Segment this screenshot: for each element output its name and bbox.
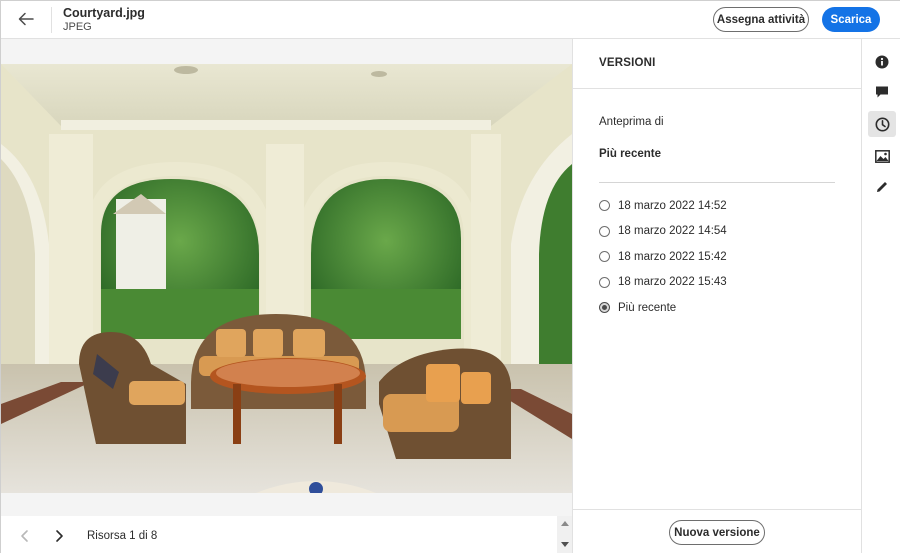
version-label: 18 marzo 2022 15:43: [618, 276, 727, 289]
section-divider: [599, 182, 835, 183]
annotate-button[interactable]: [868, 174, 896, 200]
file-name: Courtyard.jpg: [63, 6, 145, 20]
side-rail: [861, 39, 900, 553]
asset-preview-image: [1, 64, 572, 493]
arrow-left-icon: [18, 12, 34, 26]
pencil-icon: [877, 182, 887, 192]
radio-button-selected[interactable]: [599, 302, 610, 314]
versions-button[interactable]: [868, 111, 896, 137]
version-option[interactable]: 18 marzo 2022 15:43: [599, 270, 839, 296]
panel-footer-divider: [573, 509, 861, 510]
version-label: 18 marzo 2022 14:52: [618, 199, 727, 212]
image-viewer: [1, 39, 572, 516]
preview-value: Più recente: [599, 148, 661, 160]
radio-button[interactable]: [599, 200, 610, 212]
asset-counter: Risorsa 1 di 8: [87, 530, 158, 542]
header-bar: Courtyard.jpg JPEG Assegna attività Scar…: [1, 1, 900, 39]
version-option-latest[interactable]: Più recente: [599, 295, 839, 321]
radio-button[interactable]: [599, 276, 610, 288]
file-type: JPEG: [63, 21, 92, 33]
version-label: 18 marzo 2022 15:42: [618, 250, 727, 263]
version-label: 18 marzo 2022 14:54: [618, 225, 727, 238]
version-option[interactable]: 18 marzo 2022 15:42: [599, 244, 839, 270]
header-divider: [51, 7, 52, 33]
download-button[interactable]: Scarica: [822, 7, 880, 32]
chevron-right-icon: [56, 530, 63, 542]
new-version-button[interactable]: Nuova versione: [669, 520, 765, 545]
scroll-down-arrow-icon[interactable]: [561, 542, 569, 547]
next-asset-button[interactable]: [51, 528, 67, 544]
version-label: Più recente: [618, 301, 677, 314]
viewer-footer: Risorsa 1 di 8: [1, 516, 557, 553]
version-option[interactable]: 18 marzo 2022 14:54: [599, 219, 839, 245]
info-icon: [875, 55, 889, 69]
info-button[interactable]: [868, 49, 896, 75]
preview-label: Anteprima di: [599, 116, 664, 128]
app-window: Courtyard.jpg JPEG Assegna attività Scar…: [0, 0, 900, 553]
panel-divider: [573, 88, 861, 89]
radio-button[interactable]: [599, 251, 610, 263]
image-icon: [874, 149, 890, 163]
chevron-left-icon: [21, 530, 28, 542]
previous-asset-button[interactable]: [17, 528, 33, 544]
scroll-up-arrow-icon[interactable]: [561, 521, 569, 526]
panel-title: VERSIONI: [599, 57, 656, 69]
version-list: 18 marzo 2022 14:52 18 marzo 2022 14:54 …: [599, 193, 839, 321]
version-option[interactable]: 18 marzo 2022 14:52: [599, 193, 839, 219]
versions-panel: VERSIONI Anteprima di Più recente 18 mar…: [572, 39, 861, 553]
comments-button[interactable]: [868, 79, 896, 105]
clock-icon: [875, 117, 889, 131]
comment-icon: [876, 86, 888, 98]
assign-task-button[interactable]: Assegna attività: [713, 7, 809, 32]
back-button[interactable]: [13, 8, 39, 30]
scrollbar[interactable]: [557, 516, 572, 553]
radio-button[interactable]: [599, 225, 610, 237]
renditions-button[interactable]: [868, 143, 896, 169]
